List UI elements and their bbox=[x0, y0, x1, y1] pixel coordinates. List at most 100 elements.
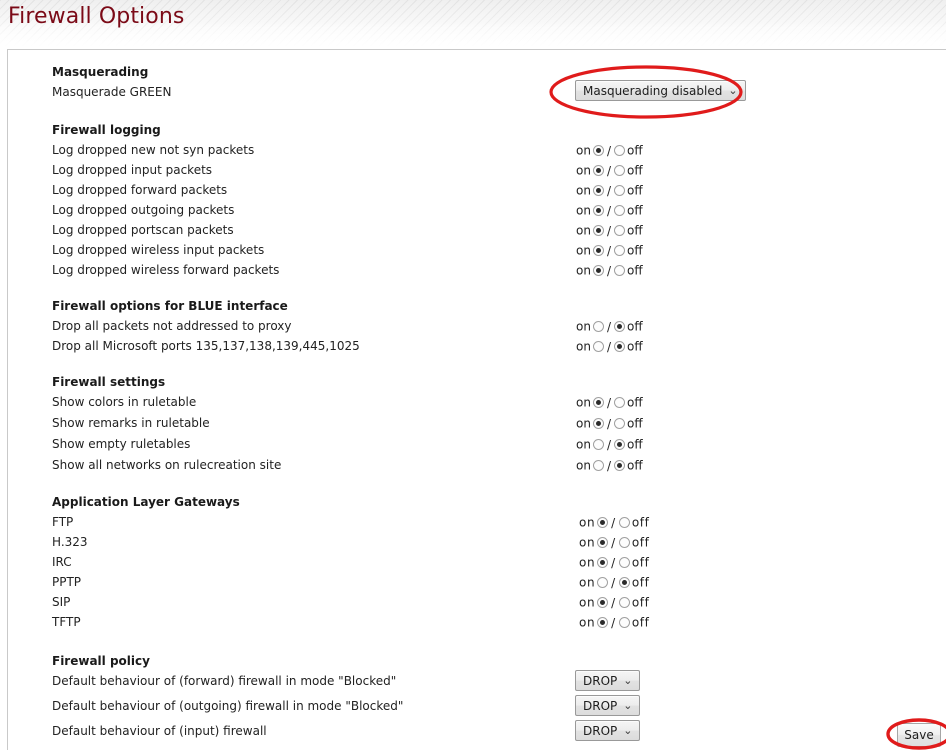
radio-off[interactable] bbox=[618, 577, 630, 588]
radio-off[interactable] bbox=[614, 397, 625, 408]
page-title: Firewall Options bbox=[8, 4, 185, 29]
radio-off[interactable] bbox=[614, 225, 625, 236]
radio-on-label: on bbox=[576, 263, 591, 278]
radio-off-label: off bbox=[631, 615, 650, 630]
row-default-input-policy: Default behaviour of (input) firewall DR… bbox=[52, 720, 932, 746]
radio-group-log-dropped-portscan-packets: on / off bbox=[576, 220, 643, 241]
chevron-down-icon: ⌄ bbox=[728, 84, 738, 97]
radio-off[interactable] bbox=[614, 418, 625, 429]
radio-on[interactable] bbox=[592, 185, 604, 196]
radio-off[interactable] bbox=[614, 460, 625, 471]
radio-on-label: on bbox=[579, 595, 596, 610]
row-label: Show empty ruletables bbox=[52, 437, 191, 451]
radio-off[interactable] bbox=[614, 265, 625, 276]
row-label: FTP bbox=[52, 515, 74, 529]
radio-off[interactable] bbox=[618, 597, 630, 608]
radio-on[interactable] bbox=[592, 341, 604, 352]
radio-separator: / bbox=[611, 575, 616, 590]
row-label: Log dropped outgoing packets bbox=[52, 203, 235, 217]
section-heading-firewall-settings: Firewall settings bbox=[52, 375, 166, 389]
radio-off[interactable] bbox=[614, 185, 625, 196]
radio-off[interactable] bbox=[614, 321, 625, 332]
radio-group-alg-irc: on / off bbox=[579, 552, 649, 573]
row-show-colors-in-ruletable: Show colors in ruletable on / off bbox=[52, 392, 932, 413]
radio-on[interactable] bbox=[592, 439, 604, 450]
radio-group-log-dropped-wireless-input-packets: on / off bbox=[576, 240, 643, 261]
radio-on[interactable] bbox=[592, 460, 604, 471]
radio-on[interactable] bbox=[592, 397, 604, 408]
section-heading-firewall-logging: Firewall logging bbox=[52, 123, 161, 137]
row-default-outgoing-policy: Default behaviour of (outgoing) firewall… bbox=[52, 695, 932, 721]
radio-on-label: on bbox=[576, 458, 591, 473]
radio-group-drop-all-microsoft-ports: on / off bbox=[576, 336, 643, 357]
radio-on[interactable] bbox=[592, 205, 604, 216]
radio-off[interactable] bbox=[618, 537, 630, 548]
radio-on[interactable] bbox=[597, 597, 609, 608]
section-application-layer-gateways: Application Layer Gateways FTP on / off H.… bbox=[52, 487, 932, 632]
section-heading-firewall-policy: Firewall policy bbox=[52, 654, 150, 668]
radio-off[interactable] bbox=[614, 439, 625, 450]
radio-on[interactable] bbox=[597, 517, 609, 528]
masquerade-green-select[interactable]: Masquerading disabled ⌄ bbox=[575, 80, 746, 101]
radio-off[interactable] bbox=[614, 145, 625, 156]
default-forward-policy-select[interactable]: DROP ⌄ bbox=[575, 670, 641, 691]
radio-off-label: off bbox=[631, 575, 650, 590]
row-label: Log dropped wireless input packets bbox=[52, 243, 265, 257]
row-drop-all-packets-not-addressed-to-proxy: Drop all packets not addressed to proxy … bbox=[52, 316, 932, 336]
radio-on[interactable] bbox=[592, 321, 604, 332]
row-log-dropped-wireless-input-packets: Log dropped wireless input packets on / of… bbox=[52, 240, 932, 260]
radio-off[interactable] bbox=[618, 617, 630, 628]
radio-on[interactable] bbox=[597, 557, 609, 568]
radio-off-label: off bbox=[627, 223, 643, 238]
section-firewall-settings: Firewall settings Show colors in ruletab… bbox=[52, 367, 932, 476]
radio-on[interactable] bbox=[592, 265, 604, 276]
radio-off[interactable] bbox=[614, 245, 625, 256]
radio-group-show-all-networks-on-rulecreation-site: on / off bbox=[576, 455, 643, 476]
row-label: SIP bbox=[52, 595, 71, 609]
radio-off[interactable] bbox=[614, 165, 625, 176]
radio-on[interactable] bbox=[597, 537, 609, 548]
radio-on[interactable] bbox=[597, 577, 609, 588]
radio-off-label: off bbox=[627, 183, 643, 198]
radio-on[interactable] bbox=[592, 225, 604, 236]
firewall-options-form: Masquerading Masquerade GREEN Masqueradi… bbox=[52, 64, 932, 746]
row-drop-all-microsoft-ports: Drop all Microsoft ports 135,137,138,139… bbox=[52, 336, 932, 356]
row-label: Drop all Microsoft ports 135,137,138,139… bbox=[52, 339, 360, 353]
radio-on-label: on bbox=[576, 437, 591, 452]
save-button[interactable]: Save bbox=[897, 723, 941, 747]
radio-on[interactable] bbox=[597, 617, 609, 628]
radio-on-label: on bbox=[579, 515, 596, 530]
radio-off-label: off bbox=[627, 458, 643, 473]
radio-off-label: off bbox=[631, 595, 650, 610]
row-label: H.323 bbox=[52, 535, 88, 549]
row-label: Show all networks on rulecreation site bbox=[52, 458, 282, 472]
radio-group-alg-pptp: on / off bbox=[579, 572, 649, 593]
radio-on-label: on bbox=[576, 319, 591, 334]
radio-on-label: on bbox=[576, 243, 591, 258]
row-log-dropped-wireless-forward-packets: Log dropped wireless forward packets on /… bbox=[52, 260, 932, 280]
radio-on[interactable] bbox=[592, 418, 604, 429]
radio-separator: / bbox=[606, 458, 611, 473]
radio-separator: / bbox=[606, 319, 611, 334]
page-header: Firewall Options bbox=[0, 0, 946, 48]
radio-off[interactable] bbox=[614, 205, 625, 216]
radio-off[interactable] bbox=[614, 341, 625, 352]
default-outgoing-policy-select[interactable]: DROP ⌄ bbox=[575, 695, 641, 716]
radio-separator: / bbox=[606, 243, 611, 258]
radio-on[interactable] bbox=[592, 165, 604, 176]
radio-on-label: on bbox=[579, 555, 596, 570]
row-label: Log dropped new not syn packets bbox=[52, 143, 255, 157]
radio-off[interactable] bbox=[618, 517, 630, 528]
radio-off-label: off bbox=[627, 319, 643, 334]
radio-on[interactable] bbox=[592, 245, 604, 256]
radio-group-log-dropped-input-packets: on / off bbox=[576, 160, 643, 181]
radio-on[interactable] bbox=[592, 145, 604, 156]
radio-off[interactable] bbox=[618, 557, 630, 568]
row-alg-sip: SIP on / off bbox=[52, 592, 932, 612]
radio-on-label: on bbox=[579, 575, 596, 590]
radio-separator: / bbox=[606, 395, 611, 410]
radio-group-alg-sip: on / off bbox=[579, 592, 649, 613]
default-input-policy-select[interactable]: DROP ⌄ bbox=[575, 720, 641, 741]
radio-off-label: off bbox=[627, 143, 643, 158]
select-value: Masquerading disabled bbox=[583, 83, 723, 98]
